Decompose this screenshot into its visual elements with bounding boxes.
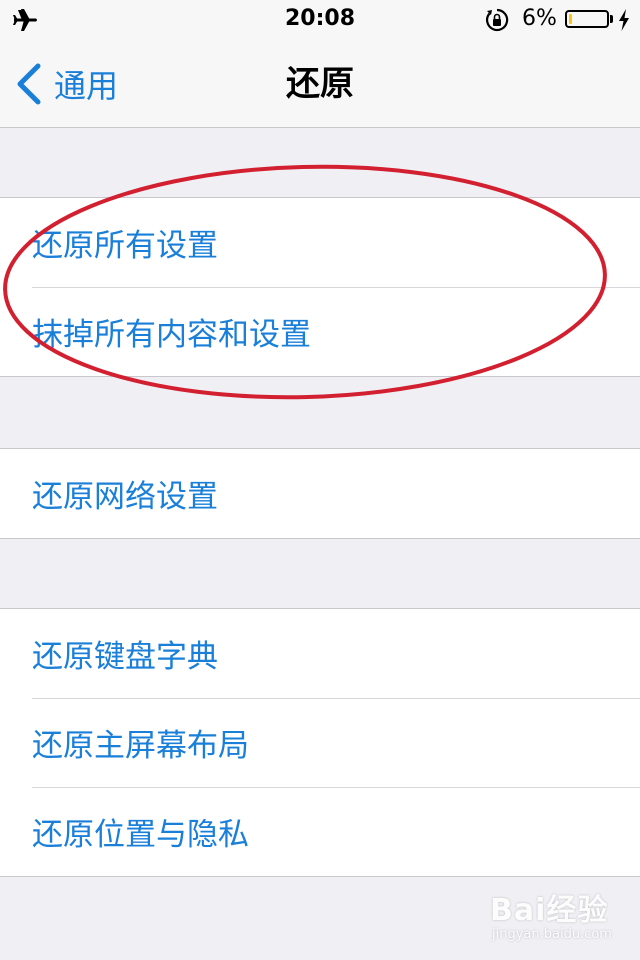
cell-label: 还原主屏幕布局 [32, 728, 249, 764]
battery-nub [610, 15, 613, 23]
cell-label: 抹掉所有内容和设置 [32, 317, 311, 353]
navigation-bar: 还原 通用 [0, 40, 640, 128]
reset-home-screen-layout-cell[interactable]: 还原主屏幕布局 [0, 698, 640, 787]
battery-level [569, 14, 572, 24]
chevron-left-icon [17, 63, 41, 105]
settings-group-other: 还原键盘字典 还原主屏幕布局 还原位置与隐私 [0, 608, 640, 877]
reset-all-settings-cell[interactable]: 还原所有设置 [0, 198, 640, 287]
watermark-sub: jingyan.baidu.com [492, 927, 612, 942]
settings-group-reset-all: 还原所有设置 抹掉所有内容和设置 [0, 197, 640, 377]
cell-label: 还原所有设置 [32, 228, 218, 264]
watermark-logo: Bai经验 jingyan.baidu.com [490, 885, 630, 955]
reset-keyboard-dictionary-cell[interactable]: 还原键盘字典 [0, 609, 640, 698]
battery-icon [565, 10, 609, 28]
cell-label: 还原键盘字典 [32, 639, 218, 675]
reset-network-settings-cell[interactable]: 还原网络设置 [0, 449, 640, 538]
settings-group-network: 还原网络设置 [0, 448, 640, 539]
battery-percent: 6% [522, 6, 557, 31]
cell-label: 还原网络设置 [32, 479, 218, 515]
watermark-main: Bai经验 [490, 893, 609, 928]
erase-all-content-cell[interactable]: 抹掉所有内容和设置 [0, 287, 640, 376]
back-button[interactable]: 通用 [14, 40, 118, 128]
back-label: 通用 [54, 67, 119, 105]
cell-label: 还原位置与隐私 [32, 817, 249, 853]
rotation-lock-icon [486, 8, 509, 32]
charging-bolt-icon [619, 9, 629, 31]
reset-location-privacy-cell[interactable]: 还原位置与隐私 [0, 787, 640, 876]
status-bar: 20:08 6% [0, 0, 640, 40]
